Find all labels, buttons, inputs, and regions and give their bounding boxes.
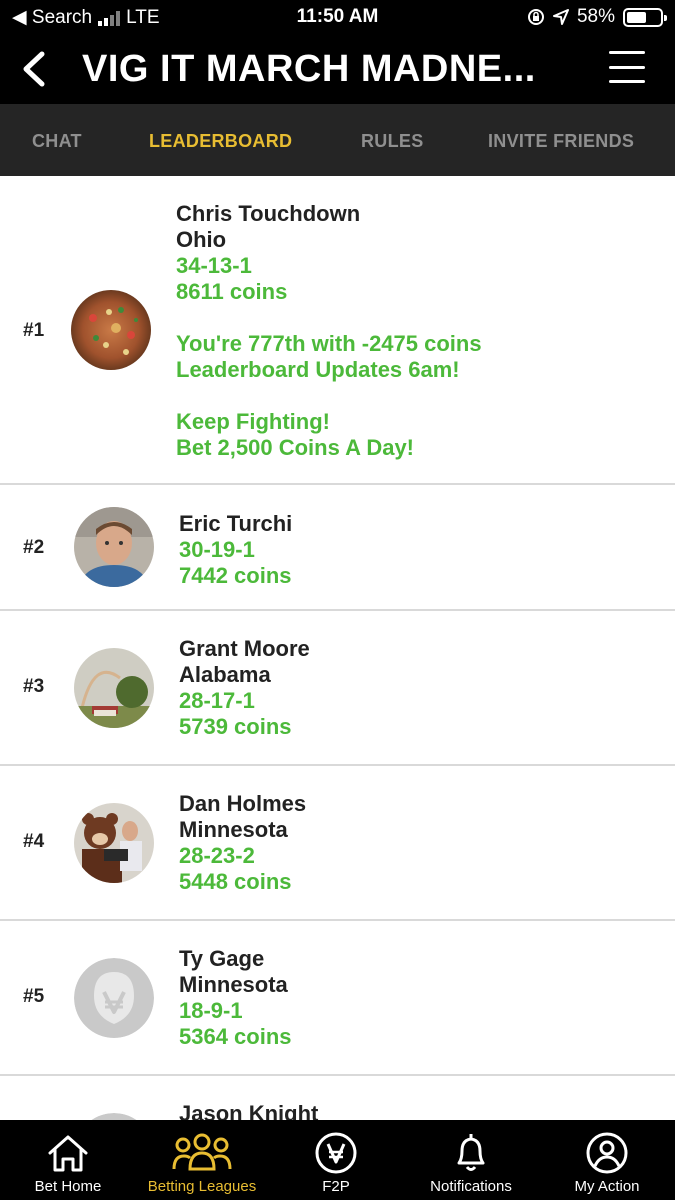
nav-label: F2P [322, 1178, 350, 1195]
page-title: VIG IT MARCH MADNE... [82, 48, 536, 90]
back-button[interactable] [14, 46, 54, 92]
player-name: Ty Gage [179, 946, 265, 971]
profile-icon [586, 1132, 628, 1174]
battery-icon [623, 7, 667, 27]
player-record: 18-9-1 [179, 998, 243, 1023]
rank-label: #2 [23, 537, 45, 558]
mascot-photo [74, 803, 154, 883]
avatar[interactable] [74, 803, 154, 883]
player-info: Dan Holmes Minnesota 28-23-2 5448 coins [179, 791, 306, 895]
player-record: 28-23-2 [179, 843, 255, 868]
player-location: Minnesota [179, 972, 288, 997]
nav-f2p[interactable]: F2P [296, 1120, 376, 1200]
nav-notifications[interactable]: Notifications [421, 1120, 521, 1200]
leaderboard-row[interactable]: #2 Eric Turchi 30-19-1 7442 coins [0, 485, 675, 611]
leaderboard-row[interactable]: #4 Dan Holmes Minnesota 28-23-2 5448 coi… [0, 766, 675, 921]
nav-label: Notifications [430, 1178, 512, 1195]
player-info: Chris Touchdown Ohio 34-13-1 8611 coins … [176, 201, 482, 461]
rank-label: #1 [23, 320, 45, 341]
avatar[interactable] [74, 648, 154, 728]
rank-label: #4 [23, 831, 45, 852]
avatar[interactable] [74, 507, 154, 587]
selfie-photo [74, 507, 154, 587]
player-name: Eric Turchi [179, 511, 293, 536]
pizza-photo [71, 290, 151, 370]
default-avatar[interactable] [74, 958, 154, 1038]
player-coins: 8611 coins [176, 279, 288, 304]
tab-leaderboard[interactable]: LEADERBOARD [149, 131, 292, 152]
status-bar: ◀ Search LTE 11:50 AM 58% [0, 0, 675, 34]
avatar[interactable] [71, 290, 151, 370]
daily-bet-message: Bet 2,500 Coins A Day! [176, 435, 415, 460]
player-record: 28-17-1 [179, 688, 255, 713]
player-name: Jason Knight [179, 1101, 319, 1120]
tab-chat[interactable]: CHAT [32, 131, 82, 152]
nav-my-action[interactable]: My Action [557, 1120, 657, 1200]
player-coins: 5364 coins [179, 1024, 292, 1049]
player-info: Ty Gage Minnesota 18-9-1 5364 coins [179, 946, 292, 1050]
leaderboard-row[interactable]: Jason Knight [0, 1076, 675, 1120]
player-coins: 7442 coins [179, 563, 292, 588]
encouragement-message: Keep Fighting! [176, 409, 330, 434]
default-avatar[interactable] [74, 1113, 154, 1120]
player-record: 34-13-1 [176, 253, 252, 278]
leaderboard-list[interactable]: #1 Chris Touchdown Ohio 34-13-1 8611 coi… [0, 176, 675, 1120]
nav-bet-home[interactable]: Bet Home [18, 1120, 118, 1200]
status-right: 58% [527, 6, 667, 28]
leaderboard-update-message: Leaderboard Updates 6am! [176, 357, 460, 382]
leaderboard-row[interactable]: #3 Grant Moore Alabama 28-17-1 5739 coin… [0, 611, 675, 766]
tab-invite-friends[interactable]: INVITE FRIENDS [488, 131, 634, 152]
leaderboard-row[interactable]: #1 Chris Touchdown Ohio 34-13-1 8611 coi… [0, 176, 675, 485]
player-name: Grant Moore [179, 636, 310, 661]
leaderboard-row[interactable]: #5 Ty Gage Minnesota 18-9-1 5364 coins [0, 921, 675, 1076]
nav-betting-leagues[interactable]: Betting Leagues [142, 1120, 262, 1200]
bell-icon [457, 1134, 485, 1171]
player-info: Jason Knight [179, 1101, 318, 1120]
default-profile-icon [74, 958, 154, 1038]
user-standing-message: You're 777th with -2475 coins [176, 331, 482, 356]
rainbow-photo [74, 648, 154, 728]
menu-icon-bar [609, 65, 645, 69]
location-icon [552, 9, 569, 25]
tab-rules[interactable]: RULES [361, 131, 424, 152]
rank-label: #3 [23, 676, 45, 697]
default-profile-icon [91, 1113, 137, 1120]
bottom-nav: Bet Home Betting Leagues F2P Notificatio… [0, 1120, 675, 1200]
player-name: Dan Holmes [179, 791, 307, 816]
orientation-lock-icon [527, 9, 544, 25]
vig-coin-icon [315, 1132, 357, 1174]
chevron-left-icon [23, 51, 45, 87]
nav-label: Betting Leagues [147, 1178, 257, 1195]
menu-button[interactable] [609, 51, 645, 83]
player-location: Ohio [176, 227, 227, 252]
battery-fill [627, 11, 646, 23]
nav-label: Bet Home [34, 1178, 102, 1195]
app-header: VIG IT MARCH MADNE... [0, 34, 675, 104]
nav-label: My Action [574, 1178, 640, 1195]
player-location: Alabama [179, 662, 271, 687]
player-name: Chris Touchdown [176, 201, 361, 226]
player-location: Minnesota [179, 817, 288, 842]
home-icon [48, 1135, 88, 1172]
rank-label: #5 [23, 986, 45, 1007]
menu-icon-bar [609, 80, 645, 83]
battery-percent: 58% [576, 6, 615, 27]
player-coins: 5448 coins [179, 869, 292, 894]
group-icon [172, 1133, 232, 1171]
player-record: 30-19-1 [179, 537, 255, 562]
player-coins: 5739 coins [179, 714, 292, 739]
tab-bar: CHAT LEADERBOARD RULES INVITE FRIENDS [0, 104, 675, 176]
player-info: Grant Moore Alabama 28-17-1 5739 coins [179, 636, 310, 740]
player-info: Eric Turchi 30-19-1 7442 coins [179, 511, 292, 589]
menu-icon-bar [609, 51, 645, 54]
